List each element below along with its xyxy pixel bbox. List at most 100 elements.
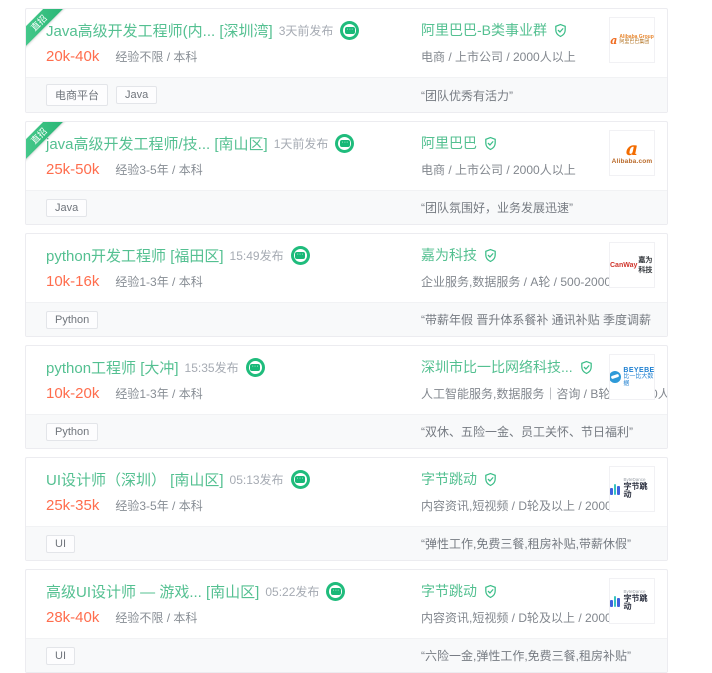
job-tag: UI [46,535,75,553]
job-card[interactable]: python开发工程师 [福田区] 15:49发布 10k-16k 经验1-3年… [25,233,668,337]
company-name[interactable]: 字节跳动 [421,469,477,489]
canway-logo: CanWay嘉为科技 [610,255,654,275]
job-requirement: 经验1-3年 / 本科 [115,273,202,290]
chat-bubble-glyph [331,588,341,595]
benefit-quote: “六险一金,弹性工作,免费三餐,租房补贴” [421,647,631,664]
job-title-row: UI设计师（深圳） [南山区] 05:13发布 [46,469,421,490]
job-requirement: 经验不限 / 本科 [115,609,197,626]
company-name[interactable]: 嘉为科技 [421,245,477,265]
bytedance-logo: ByteDance字节跳动 [610,478,654,501]
job-info: python工程师 [大冲] 15:35发布 10k-20k 经验1-3年 / … [46,357,421,405]
job-title[interactable]: UI设计师（深圳） [南山区] [46,469,224,490]
verified-shield-icon [579,360,594,375]
logo-subtext: 阿里巴巴集团 [619,40,649,46]
logo-subtext: 字节跳动 [624,483,655,501]
chat-icon[interactable] [291,246,310,265]
job-title-row: python工程师 [大冲] 15:35发布 [46,357,421,378]
tag-list: 电商平台Java [46,84,421,106]
company-logo: BEYEBE比一比大数据 [609,354,655,400]
job-card[interactable]: 直招 java高级开发工程师/技... [南山区] 1天前发布 25k-50k … [25,121,668,225]
job-card-top: 高级UI设计师 — 游戏... [南山区] 05:22发布 28k-40k 经验… [26,570,667,638]
job-list: 直招 Java高级开发工程师(内... [深圳湾] 3天前发布 20k-40k … [25,8,668,673]
job-card-top: java高级开发工程师/技... [南山区] 1天前发布 25k-50k 经验3… [26,122,667,190]
logo-subtext: 嘉为科技 [638,255,654,275]
company-name-row: 字节跳动 [421,469,581,489]
job-title[interactable]: python开发工程师 [福田区] [46,245,224,266]
job-info: python开发工程师 [福田区] 15:49发布 10k-16k 经验1-3年… [46,245,421,293]
job-title-row: Java高级开发工程师(内... [深圳湾] 3天前发布 [46,20,421,41]
chat-icon[interactable] [246,358,265,377]
chat-bubble-glyph [295,252,305,259]
job-card-footer: Python “双休、五险一金、员工关怀、节日福利” [26,414,667,448]
company-name[interactable]: 阿里巴巴-B类事业群 [421,20,547,40]
chat-icon[interactable] [326,582,345,601]
job-requirement: 经验3-5年 / 本科 [115,497,202,514]
job-requirement: 经验3-5年 / 本科 [115,161,202,178]
job-info: 高级UI设计师 — 游戏... [南山区] 05:22发布 28k-40k 经验… [46,581,421,629]
company-meta: 人工智能服务,数据服务｜咨询 / B轮 / 50-150人 [421,385,581,402]
logo-text: Alibaba.com [612,158,653,165]
salary-row: 25k-50k 经验3-5年 / 本科 [46,161,421,178]
job-info: Java高级开发工程师(内... [深圳湾] 3天前发布 20k-40k 经验不… [46,20,421,68]
chat-icon[interactable] [291,470,310,489]
chat-bubble-glyph [340,140,350,147]
job-card-footer: 电商平台Java “团队优秀有活力” [26,77,667,112]
job-title[interactable]: 高级UI设计师 — 游戏... [南山区] [46,581,259,602]
publish-time: 05:13发布 [230,471,284,488]
job-card-top: UI设计师（深圳） [南山区] 05:13发布 25k-35k 经验3-5年 /… [26,458,667,526]
salary-range: 28k-40k [46,609,99,626]
verified-shield-icon [483,136,498,151]
job-card[interactable]: python工程师 [大冲] 15:35发布 10k-20k 经验1-3年 / … [25,345,668,449]
benefit-quote: “带薪年假 晋升体系餐补 通讯补贴 季度调薪” [421,311,651,328]
salary-range: 10k-20k [46,385,99,402]
job-title[interactable]: python工程师 [大冲] [46,357,179,378]
benefit-quote: “弹性工作,免费三餐,租房补贴,带薪休假” [421,535,631,552]
job-card[interactable]: 高级UI设计师 — 游戏... [南山区] 05:22发布 28k-40k 经验… [25,569,668,673]
verified-shield-icon [483,472,498,487]
salary-row: 10k-20k 经验1-3年 / 本科 [46,385,421,402]
job-info: java高级开发工程师/技... [南山区] 1天前发布 25k-50k 经验3… [46,133,421,181]
job-card-footer: UI “六险一金,弹性工作,免费三餐,租房补贴” [26,638,667,672]
job-tag: UI [46,647,75,665]
alibaba-group-logo: aAlibaba Group阿里巴巴集团 [610,34,654,47]
benefit-quote: “团队优秀有活力” [421,87,513,104]
job-card-top: python开发工程师 [福田区] 15:49发布 10k-16k 经验1-3年… [26,234,667,302]
company-meta: 内容资讯,短视频 / D轮及以上 / 2000人以上 [421,497,581,514]
company-logo: ByteDance字节跳动 [609,466,655,512]
chat-icon[interactable] [340,21,359,40]
job-card[interactable]: UI设计师（深圳） [南山区] 05:13发布 25k-35k 经验3-5年 /… [25,457,668,561]
job-title[interactable]: Java高级开发工程师(内... [深圳湾] [46,20,273,41]
company-name-row: 深圳市比一比网络科技... [421,357,581,377]
publish-time: 15:49发布 [230,247,284,264]
company-meta: 电商 / 上市公司 / 2000人以上 [421,48,581,65]
company-logo: CanWay嘉为科技 [609,242,655,288]
logo-subtext: 比一比大数据 [623,374,654,387]
job-tag: Java [46,199,87,217]
company-name[interactable]: 阿里巴巴 [421,133,477,153]
publish-time: 3天前发布 [279,22,334,39]
salary-range: 25k-35k [46,497,99,514]
job-card[interactable]: 直招 Java高级开发工程师(内... [深圳湾] 3天前发布 20k-40k … [25,8,668,113]
job-requirement: 经验1-3年 / 本科 [115,385,202,402]
job-tag: Python [46,423,98,441]
publish-time: 15:35发布 [185,359,239,376]
chat-bubble-glyph [295,476,305,483]
company-name[interactable]: 深圳市比一比网络科技... [421,357,573,377]
job-title-row: java高级开发工程师/技... [南山区] 1天前发布 [46,133,421,154]
benefit-quote: “双休、五险一金、员工关怀、节日福利” [421,423,633,440]
tag-list: Java [46,199,421,217]
company-name[interactable]: 字节跳动 [421,581,477,601]
tag-list: Python [46,311,421,329]
job-card-footer: Python “带薪年假 晋升体系餐补 通讯补贴 季度调薪” [26,302,667,336]
bytedance-logo: ByteDance字节跳动 [610,590,654,613]
verified-shield-icon [483,248,498,263]
beyebe-swirl-icon [609,371,621,383]
job-title[interactable]: java高级开发工程师/技... [南山区] [46,133,268,154]
job-card-footer: Java “团队氛围好，业务发展迅速” [26,190,667,224]
salary-row: 25k-35k 经验3-5年 / 本科 [46,497,421,514]
job-title-row: 高级UI设计师 — 游戏... [南山区] 05:22发布 [46,581,421,602]
salary-row: 28k-40k 经验不限 / 本科 [46,609,421,626]
chat-icon[interactable] [335,134,354,153]
salary-range: 10k-16k [46,273,99,290]
verified-shield-icon [553,23,568,38]
